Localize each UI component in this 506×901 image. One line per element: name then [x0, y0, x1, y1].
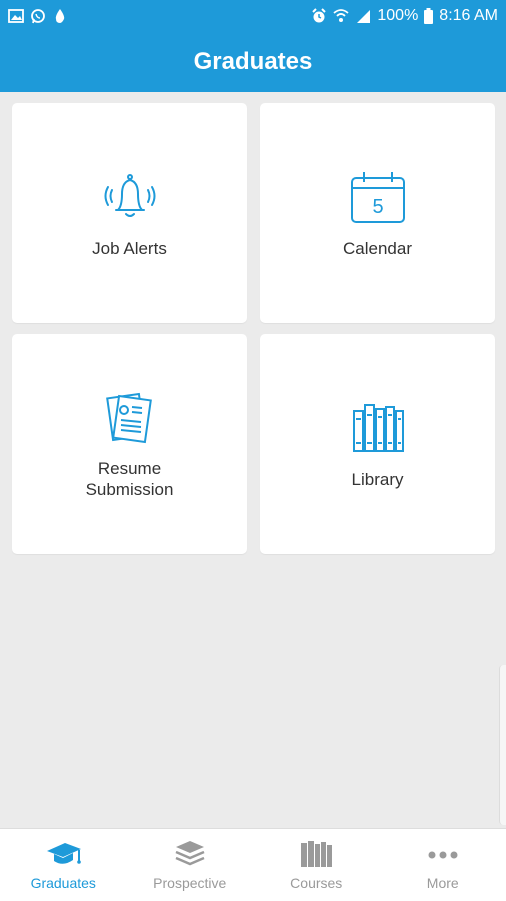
calendar-label: Calendar — [303, 238, 453, 259]
alarm-icon — [311, 8, 327, 24]
nav-courses-label: Courses — [290, 875, 342, 891]
status-right: 100% 8:16 AM — [311, 7, 498, 25]
page-title: Graduates — [194, 48, 313, 76]
resume-submission-label: Resume Submission — [55, 458, 205, 500]
clock: 8:16 AM — [439, 7, 498, 25]
job-alerts-label: Job Alerts — [55, 238, 205, 259]
nav-graduates[interactable]: Graduates — [0, 829, 127, 901]
calendar-tile[interactable]: 5 Calendar — [260, 103, 495, 323]
resume-icon — [100, 388, 160, 448]
job-alerts-tile[interactable]: Job Alerts — [12, 103, 247, 323]
bottom-navigation: Graduates Prospective Courses More — [0, 828, 506, 901]
nav-graduates-label: Graduates — [31, 875, 96, 891]
nav-more[interactable]: More — [380, 829, 506, 901]
nav-courses[interactable]: Courses — [253, 829, 380, 901]
app-bar: Graduates — [0, 32, 506, 92]
books-icon — [296, 839, 336, 869]
books-icon — [348, 399, 408, 459]
calendar-icon: 5 — [348, 168, 408, 228]
nav-prospective[interactable]: Prospective — [127, 829, 254, 901]
battery-icon — [424, 8, 433, 24]
layers-icon — [170, 839, 210, 869]
drop-icon — [52, 8, 68, 24]
battery-percent: 100% — [377, 7, 418, 25]
calendar-date: 5 — [372, 196, 383, 218]
nav-prospective-label: Prospective — [153, 875, 226, 891]
nav-more-label: More — [427, 875, 459, 891]
whatsapp-icon — [30, 8, 46, 24]
library-tile[interactable]: Library — [260, 334, 495, 554]
feature-grid: Job Alerts 5 Calendar Resume Submission — [12, 103, 495, 554]
gallery-icon — [8, 8, 24, 24]
library-label: Library — [303, 469, 453, 490]
status-left-icons — [8, 8, 68, 24]
more-dots-icon — [423, 839, 463, 869]
resume-submission-tile[interactable]: Resume Submission — [12, 334, 247, 554]
graduation-cap-icon — [43, 839, 83, 869]
scroll-handle[interactable] — [499, 665, 506, 825]
bell-icon — [100, 168, 160, 228]
signal-icon — [355, 8, 371, 24]
status-bar: 100% 8:16 AM — [0, 0, 506, 32]
wifi-icon — [333, 8, 349, 24]
